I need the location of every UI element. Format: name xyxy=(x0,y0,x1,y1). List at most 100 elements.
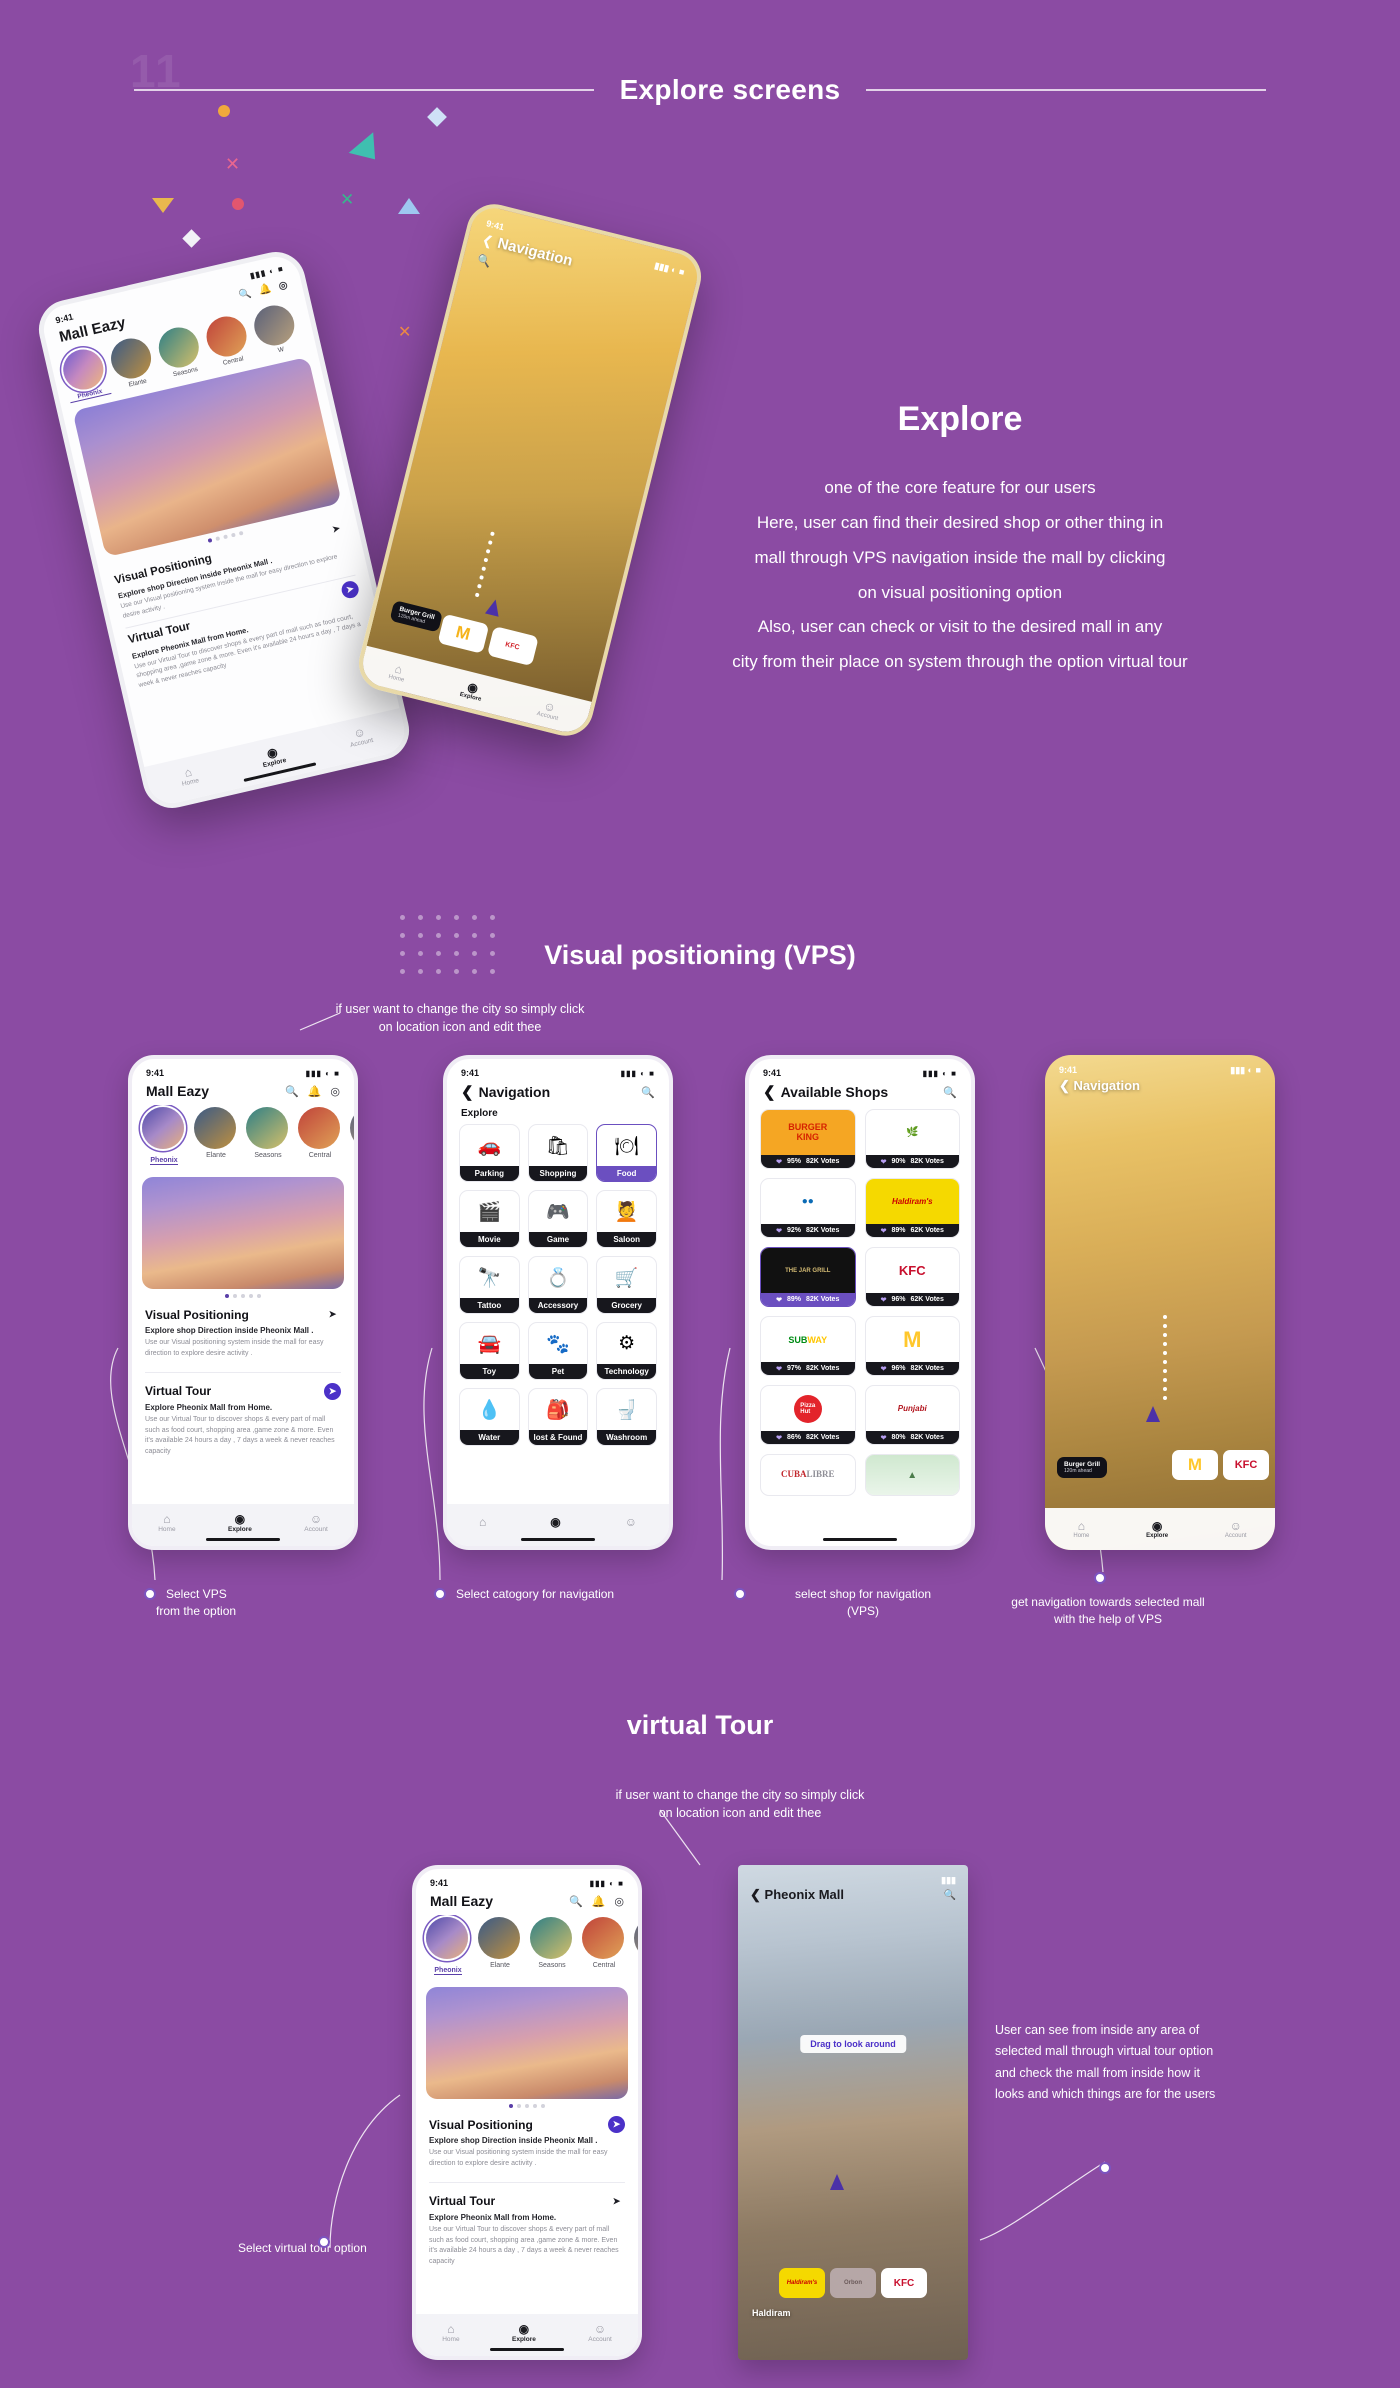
brand-tile[interactable]: KFC xyxy=(881,2268,927,2298)
search-icon[interactable]: 🔍 xyxy=(238,288,253,302)
tab-account[interactable]: ☺ Account xyxy=(1225,1519,1247,1539)
shop-card[interactable]: ▲ xyxy=(864,1454,960,1496)
shop-card[interactable]: ●● ❤ 92% 82K Votes xyxy=(760,1178,856,1238)
search-icon[interactable]: 🔍 xyxy=(569,1895,583,1908)
category-washroom[interactable]: 🚽 Washroom xyxy=(596,1388,657,1446)
tab-bar[interactable]: ⌂ Home ◉ Explore ☺ Account xyxy=(144,708,410,808)
tour-phone-360[interactable]: . ▮▮▮ ❮ Pheonix Mall 🔍 Drag to look arou… xyxy=(738,1865,968,2360)
tab-home[interactable]: ⌂ Home xyxy=(158,1512,175,1533)
back-icon[interactable]: ❮ xyxy=(461,1084,474,1101)
category-grocery[interactable]: 🛒 Grocery xyxy=(596,1256,657,1314)
tour-card[interactable]: Virtual Tour ➤ Explore Pheonix Mall from … xyxy=(416,2189,638,2274)
category-game[interactable]: 🎮 Game xyxy=(527,1190,589,1248)
tab-explore[interactable]: ◉ Explore xyxy=(512,2322,536,2343)
shop-card[interactable]: M ❤ 96% 82K Votes xyxy=(864,1316,960,1376)
mall-chip[interactable]: W xyxy=(634,1917,638,1977)
tab-explore[interactable]: ◉ Explore xyxy=(228,1512,252,1533)
tab-bar[interactable]: ⌂ Home ◉ Explore ☺ Account xyxy=(1045,1508,1275,1550)
search-icon[interactable]: 🔍 xyxy=(285,1085,299,1098)
hero-home-phone[interactable]: 9:41 ▮▮▮ ◐ ■ Mall Eazy 🔍 🔔 ◎ Pheonix Ela… xyxy=(32,246,416,814)
tab-explore[interactable]: ◉ xyxy=(550,1515,560,1529)
mall-chip-row[interactable]: Pheonix Elante Seasons Central W xyxy=(132,1105,354,1171)
vps-card[interactable]: Visual Positioning ➤ Explore shop Directi… xyxy=(132,1302,354,1366)
brand-row[interactable]: Haldiram's Orbon KFC xyxy=(738,2268,968,2298)
carousel-dots[interactable] xyxy=(416,2104,638,2108)
search-icon[interactable]: 🔍 xyxy=(641,1086,655,1099)
category-toy[interactable]: 🚘 Toy xyxy=(459,1322,520,1380)
mall-chip[interactable]: Pheonix xyxy=(59,345,112,404)
mall-chip[interactable]: W xyxy=(250,301,302,359)
category-tattoo[interactable]: 🔭 Tattoo xyxy=(459,1256,520,1314)
tab-home[interactable]: ⌂ Home xyxy=(388,660,408,683)
vps-phone-shops[interactable]: 9:41 ▮▮▮ ◐ ■ ❮ Available Shops 🔍 BURGER KI… xyxy=(745,1055,975,1550)
shop-card[interactable]: CUBA LIBRE xyxy=(760,1454,856,1496)
tab-explore[interactable]: ◉ Explore xyxy=(1146,1519,1168,1539)
back-icon[interactable]: ❮ xyxy=(1059,1078,1070,1093)
tab-account[interactable]: ☺ xyxy=(625,1515,637,1529)
tab-home[interactable]: ⌂ Home xyxy=(1073,1519,1089,1539)
vps-card[interactable]: Visual Positioning ➤ Explore shop Directi… xyxy=(416,2112,638,2176)
category-water[interactable]: 💧 Water xyxy=(459,1388,520,1446)
bell-icon[interactable]: 🔔 xyxy=(592,1895,606,1908)
tab-explore[interactable]: ◉ Explore xyxy=(259,743,287,768)
mall-chip[interactable]: Pheonix xyxy=(426,1917,470,1977)
location-icon[interactable]: ◎ xyxy=(330,1085,340,1098)
tab-account[interactable]: ☺ Account xyxy=(304,1512,328,1533)
tab-home[interactable]: ⌂ Home xyxy=(442,2322,459,2343)
brand-row[interactable]: M KFC xyxy=(1172,1450,1269,1480)
vps-phone-home[interactable]: 9:41 ▮▮▮ ◐ ■ Mall Eazy 🔍 🔔 ◎ Pheonix Ela… xyxy=(128,1055,358,1550)
shop-card[interactable]: Punjabi ❤ 80% 82K Votes xyxy=(864,1385,960,1445)
tab-account[interactable]: ☺ Account xyxy=(588,2322,612,2343)
navigate-arrow-icon[interactable]: ➤ xyxy=(326,519,346,539)
mall-chip[interactable]: Seasons xyxy=(246,1107,290,1167)
tour-arrow-icon[interactable]: ➤ xyxy=(339,578,361,600)
mall-chip[interactable]: Seasons xyxy=(530,1917,574,1977)
category-parking[interactable]: 🚗 Parking xyxy=(459,1124,520,1182)
tour-card[interactable]: Virtual Tour ➤ Explore Pheonix Mall from … xyxy=(132,1379,354,1464)
mall-chip[interactable]: Elante xyxy=(194,1107,238,1167)
vps-phone-categories[interactable]: 9:41 ▮▮▮ ◐ ■ ❮ Navigation 🔍 Explore 🚗 Park… xyxy=(443,1055,673,1550)
back-icon[interactable]: ❮ xyxy=(750,1887,761,1902)
brand-tile[interactable]: M xyxy=(1172,1450,1218,1480)
category-movie[interactable]: 🎬 Movie xyxy=(459,1190,520,1248)
category-grid[interactable]: 🚗 Parking 🛍 Shopping 🍽 Food 🎬 Movie 🎮 Game 💆 S… xyxy=(447,1124,669,1446)
destination-chip[interactable]: Burger Grill 120m ahead xyxy=(1057,1457,1108,1478)
mall-chip[interactable]: Central xyxy=(202,312,255,370)
tab-home[interactable]: ⌂ Home xyxy=(178,763,199,787)
header-actions[interactable]: 🔍 🔔 ◎ xyxy=(285,1085,340,1098)
tab-account[interactable]: ☺ Account xyxy=(536,697,562,723)
shop-card[interactable]: Haldiram's ❤ 89% 62K Votes xyxy=(864,1178,960,1238)
shop-card-selected[interactable]: THE JAR GRILL ❤ 89% 82K Votes xyxy=(760,1247,856,1307)
location-icon[interactable]: ◎ xyxy=(278,280,289,293)
tour-phone-home[interactable]: 9:41 ▮▮▮ ◐ ■ Mall Eazy 🔍 🔔 ◎ Pheonix Ela… xyxy=(412,1865,642,2360)
mall-chip[interactable]: Elante xyxy=(107,334,159,392)
tour-arrow-icon[interactable]: ➤ xyxy=(324,1382,341,1400)
shop-card[interactable]: Pizza Hut ❤ 86% 82K Votes xyxy=(760,1385,856,1445)
search-icon[interactable]: 🔍 xyxy=(943,1086,957,1099)
header-actions[interactable]: 🔍 🔔 ◎ xyxy=(569,1895,624,1908)
brand-tile[interactable]: KFC xyxy=(1223,1450,1269,1480)
mall-chip[interactable]: Central xyxy=(582,1917,626,1977)
bell-icon[interactable]: 🔔 xyxy=(258,283,273,297)
mall-chip[interactable]: Central xyxy=(298,1107,342,1167)
back-icon[interactable]: ❮ xyxy=(763,1084,776,1101)
mall-chip-row[interactable]: Pheonix Elante Seasons Central W xyxy=(416,1915,638,1981)
category-shopping[interactable]: 🛍 Shopping xyxy=(527,1124,589,1182)
brand-tile[interactable]: KFC xyxy=(486,625,539,667)
category-saloon[interactable]: 💆 Saloon xyxy=(596,1190,657,1248)
carousel-dots[interactable] xyxy=(132,1294,354,1298)
category-accessory[interactable]: 💍 Accessory xyxy=(527,1256,589,1314)
tab-explore[interactable]: ◉ Explore xyxy=(459,678,485,703)
mall-chip[interactable]: Seasons xyxy=(154,323,207,381)
tab-account[interactable]: ☺ Account xyxy=(346,723,373,748)
category-food[interactable]: 🍽 Food xyxy=(596,1124,657,1182)
mall-chip[interactable]: Pheonix xyxy=(142,1107,186,1167)
shop-card[interactable]: BURGER KING ❤ 95% 82K Votes xyxy=(760,1109,856,1169)
mall-chip[interactable]: Elante xyxy=(478,1917,522,1977)
search-icon[interactable]: 🔍 xyxy=(944,1890,956,1901)
location-icon[interactable]: ◎ xyxy=(614,1895,624,1908)
tab-home[interactable]: ⌂ xyxy=(479,1515,486,1529)
shop-card[interactable]: SUB WAY ❤ 97% 82K Votes xyxy=(760,1316,856,1376)
shop-card[interactable]: 🌿 ❤ 90% 82K Votes xyxy=(864,1109,960,1169)
navigate-arrow-icon[interactable]: ➤ xyxy=(608,2116,625,2133)
